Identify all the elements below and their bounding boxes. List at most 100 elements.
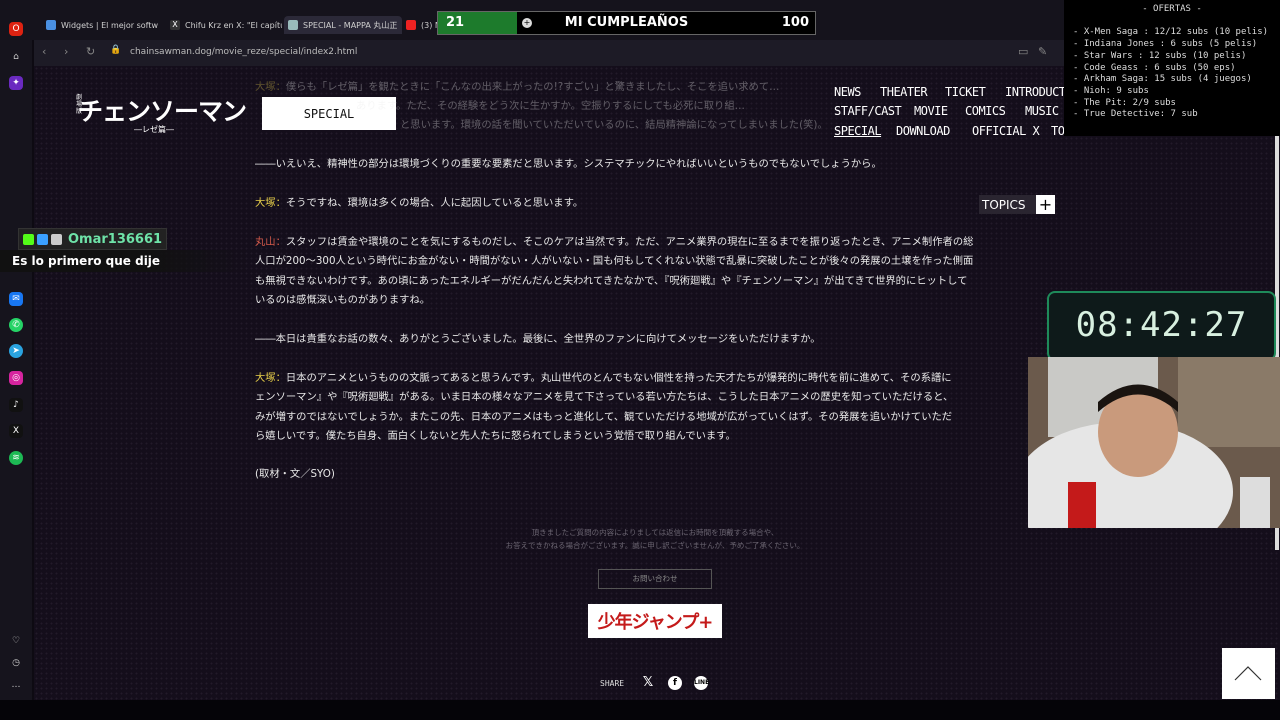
nav-news[interactable]: NEWS [834,85,861,99]
sub-badge-icon [51,233,62,245]
x-logo-icon: X [170,20,180,30]
timer-value: 08:42:27 [1075,305,1248,345]
stream-timer: 08:42:27 [1047,291,1276,361]
speaker-label: 丸山： [255,236,286,248]
interviewer-question: ――本日は貴重なお話の数々、ありがとうございました。最後に、全世界のファンに向け… [255,333,821,345]
whatsapp-icon[interactable]: ✆ [9,318,23,332]
paragraph-faded-line: と思います。環境の話を聞いていただいているのに、結局精神論になってしまいました(… [400,119,828,131]
tab-label: SPECIAL - MAPPA 丸山正 [303,20,398,30]
nav-music[interactable]: MUSIC [1025,104,1059,118]
chevron-up-icon [1234,666,1262,681]
speaker-label: 大塚： [255,372,286,384]
reload-icon[interactable]: ↻ [86,45,95,58]
paragraph-faded-line: あります。ただ、その経験をどう次に生かすか。空振りするにしても必死に取り組… [356,100,745,112]
nav-theater[interactable]: THEATER [880,85,928,99]
nav-official-x[interactable]: OFFICIAL X [972,124,1040,138]
paragraph-line: 丸山：スタッフは賃金や環境のことを気にするものだし、そこのケアは当然です。ただ、… [255,233,1055,253]
interviewer-question: ――いえいえ、精神性の部分は環境づくりの重要な要素だと思います。システマチックに… [255,158,882,170]
browser-tab[interactable]: Widgets | El mejor softw [46,16,158,34]
paragraph-text: スタッフは賃金や環境のことを気にするものだし、そこのケアは当然です。ただ、アニメ… [285,236,974,248]
offer-line: - Nioh: 9 subs [1073,86,1149,96]
offer-line: - The Pit: 2/9 subs [1073,98,1176,108]
disclaimer-line: 頂きましたご質問の内容によりましては返信にお時間を頂戴する場合や、 [531,528,779,537]
offer-line: - X-Men Saga : 12/12 subs (10 pelis) [1073,27,1269,37]
speaker-label: 大塚： [255,81,286,93]
tab-favicon-icon [288,20,298,30]
url-text[interactable]: chainsawman.dog/movie_reze/special/index… [130,47,357,57]
home-icon[interactable]: ⌂ [9,50,23,64]
offers-panel: - OFERTAS - - X-Men Saga : 12/12 subs (1… [1064,0,1280,136]
nav-introduction[interactable]: INTRODUCTI [1005,85,1073,99]
offers-title: - OFERTAS - [1142,4,1202,14]
paragraph-text: そうですね、環境は多くの場合、人に起因していると思います。 [285,197,584,209]
browser-tab[interactable]: (3) M [406,16,438,34]
history-icon[interactable]: ◷ [9,656,23,670]
paragraph-line: いるのは感慨深いものがありますね。 [255,294,431,306]
site-logo-sub: ―レゼ篇― [134,125,174,134]
paragraph-line: ェンソーマン』や『呪術廻戦』がある。いま日本の様々なアニメを見て下さっている若い… [255,391,954,403]
offer-line: - Star Wars : 12 subs (10 pelis) [1073,51,1247,61]
offer-line: - Indiana Jones : 6 subs (5 pelis) [1073,39,1258,49]
chat-message: Es lo primero que dije [0,250,250,272]
offer-line: - True Detective: 7 sub [1073,109,1198,119]
tiktok-icon[interactable]: ♪ [9,398,23,412]
heart-icon[interactable]: ♡ [9,634,23,648]
paragraph-text: 日本のアニメというものの文脈ってあると思うんです。丸山世代のとんでもない個性を持… [285,372,952,384]
tab-favicon-icon [46,20,56,30]
browser-tab[interactable]: X Chifu Krz en X: "El capítulo [170,16,282,34]
tab-label: Chifu Krz en X: "El capítulo [185,20,282,30]
contact-button[interactable]: お問い合わせ [598,569,712,589]
site-logo[interactable]: チェンソーマン [78,92,247,128]
birthday-goal-counter: 21 + MI CUMPLEAÑOS 100 [437,11,816,35]
paragraph: 大塚：そうですね、環境は多くの場合、人に起因していると思います。 [255,194,1055,214]
offer-line: - Code Geass : 6 subs (50 eps) [1073,63,1236,73]
browser-sidebar: O ⌂ ✦ ✉ ✆ ➤ ◎ ♪ X ≋ ♡ ◷ … [0,22,32,700]
webcam-feed [1028,357,1280,528]
topics-button[interactable]: TOPICS + [979,195,1055,214]
goal-target: 100 [781,15,809,30]
more-icon[interactable]: … [9,678,23,692]
instagram-icon[interactable]: ◎ [9,371,23,385]
chat-username: Omar136661 [68,231,163,247]
pinboard-icon[interactable]: ✦ [9,76,23,90]
article-credit: (取材・文／SYO) [255,468,335,480]
goal-title: MI CUMPLEAÑOS [564,15,689,30]
scroll-to-top-button[interactable] [1222,648,1275,699]
browser-tab-active[interactable]: SPECIAL - MAPPA 丸山正 [284,16,402,34]
chat-username-tag: Omar136661 [18,228,168,250]
paragraph-line: 大塚：日本のアニメというものの文脈ってあると思うんです。丸山世代のとんでもない個… [255,369,1027,389]
tab-label: (3) M [421,20,438,30]
opera-logo-icon[interactable]: O [9,22,23,36]
nav-comics[interactable]: COMICS [965,104,1006,118]
spotify-icon[interactable]: ≋ [9,451,23,465]
messenger-icon[interactable]: ✉ [9,292,23,306]
edit-icon[interactable]: ✎ [1038,45,1047,58]
nav-staff-cast[interactable]: STAFF/CAST [834,104,902,118]
paragraph-line: も無視できないわけです。あの頃にあったエネルギーがだんだんと失われてきたなかで、… [255,275,968,287]
share-label: SHARE [600,679,625,688]
topics-label: TOPICS [982,197,1026,212]
back-icon[interactable]: ‹ [42,45,46,58]
telegram-icon[interactable]: ➤ [9,344,23,358]
tab-label: Widgets | El mejor softw [61,20,158,30]
reader-icon[interactable]: ▭ [1018,45,1028,58]
plus-icon: + [1036,195,1055,214]
paragraph-line: ら嬉しいです。僕たち自身、面白くしないと先人たちに怒られてしまうという覚悟で取り… [255,430,736,442]
speaker-label: 大塚： [255,197,286,209]
paragraph-line: みが増すのではないでしょうか。またこの先、日本のアニメはもっと進化して、観ていた… [255,411,953,423]
x-share-icon[interactable]: 𝕏 [641,676,655,690]
facebook-share-icon[interactable]: f [668,676,682,690]
nav-movie[interactable]: MOVIE [914,104,948,118]
x-icon[interactable]: X [9,424,23,438]
line-share-icon[interactable]: LINE [694,676,709,690]
disclaimer-line: お答えできかねる場合がございます。誠に申し訳ございませんが、予めご了承ください。 [505,541,805,550]
lock-icon: 🔒 [110,45,122,55]
nav-ticket[interactable]: TICKET [945,85,986,99]
nav-top[interactable]: TO [1051,124,1065,138]
nav-special[interactable]: SPECIAL [834,124,882,138]
shonen-jump-plus-banner[interactable]: 少年ジャンプ+ [588,604,722,638]
forward-icon[interactable]: › [64,45,68,58]
jump-logo-text: 少年ジャンプ+ [597,612,714,633]
verified-badge-icon [37,233,48,245]
nav-download[interactable]: DOWNLOAD [896,124,950,138]
